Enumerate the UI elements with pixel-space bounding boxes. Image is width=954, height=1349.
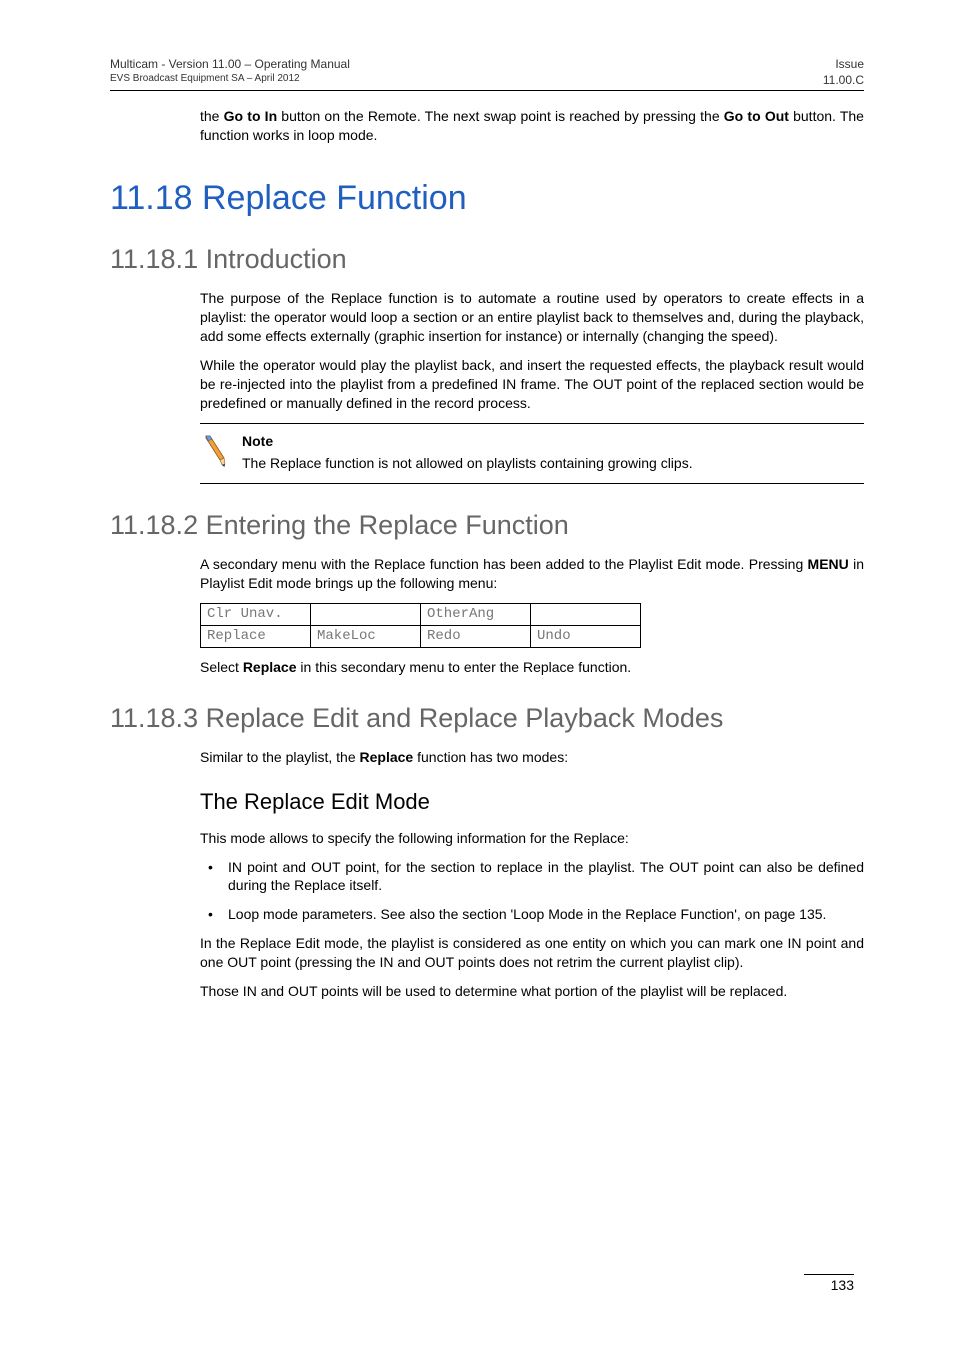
text: button on the Remote. The next swap poin… [277,108,724,124]
bold-replace: Replace [360,749,414,765]
header-issue-value: 11.00.C [823,72,864,88]
bold-replace: Replace [243,659,297,675]
page-number-rule [804,1274,854,1275]
text: the [200,108,224,124]
menu-cell: MakeLoc [311,625,421,647]
header-rule [110,90,864,91]
menu-cell: Clr Unav. [201,604,311,626]
header-left: Multicam - Version 11.00 – Operating Man… [110,56,350,88]
bullet-list: IN point and OUT point, for the section … [200,858,864,925]
note-text: Note The Replace function is not allowed… [242,432,693,474]
pencil-icon [200,432,228,473]
menu-cell: Replace [201,625,311,647]
list-item: IN point and OUT point, for the section … [200,858,864,896]
table-row: Clr Unav. OtherAng [201,604,641,626]
header-issue-label: Issue [823,56,864,72]
table-row: Replace MakeLoc Redo Undo [201,625,641,647]
heading-edit-playback-modes: 11.18.3 Replace Edit and Replace Playbac… [110,703,864,734]
section-modes-intro: Similar to the playlist, the Replace fun… [200,748,864,767]
menu-cell [311,604,421,626]
header-right: Issue 11.00.C [823,56,864,88]
page-root: Multicam - Version 11.00 – Operating Man… [0,0,954,1349]
section-entering: A secondary menu with the Replace functi… [200,555,864,676]
note-body: The Replace function is not allowed on p… [242,455,693,471]
text: A secondary menu with the Replace functi… [200,556,808,572]
heading-replace-edit-mode: The Replace Edit Mode [200,789,864,815]
paragraph: While the operator would play the playli… [200,356,864,413]
paragraph: This mode allows to specify the followin… [200,829,864,848]
paragraph: In the Replace Edit mode, the playlist i… [200,934,864,972]
page-header: Multicam - Version 11.00 – Operating Man… [110,56,864,88]
bold-menu: MENU [808,556,849,572]
section-edit-mode: This mode allows to specify the followin… [200,829,864,1001]
text: Similar to the playlist, the [200,749,360,765]
bold-go-to-out: Go to Out [724,108,789,124]
heading-introduction: 11.18.1 Introduction [110,244,864,275]
menu-cell: OtherAng [421,604,531,626]
text: Select [200,659,243,675]
header-title: Multicam - Version 11.00 – Operating Man… [110,56,350,72]
menu-cell [531,604,641,626]
page-number-block: 133 [804,1274,854,1293]
list-item: Loop mode parameters. See also the secti… [200,905,864,924]
paragraph: Those IN and OUT points will be used to … [200,982,864,1001]
page-number: 133 [804,1277,854,1293]
paragraph: The purpose of the Replace function is t… [200,289,864,346]
text: in this secondary menu to enter the Repl… [297,659,632,675]
note-inner: Note The Replace function is not allowed… [200,432,864,474]
note-block: Note The Replace function is not allowed… [200,423,864,485]
note-label: Note [242,432,693,451]
heading-entering-replace: 11.18.2 Entering the Replace Function [110,510,864,541]
menu-cell: Undo [531,625,641,647]
header-subtitle: EVS Broadcast Equipment SA – April 2012 [110,72,350,86]
menu-table: Clr Unav. OtherAng Replace MakeLoc Redo … [200,603,641,648]
menu-cell: Redo [421,625,531,647]
bold-go-to-in: Go to In [224,108,277,124]
text: function has two modes: [413,749,568,765]
heading-replace-function: 11.18 Replace Function [110,179,864,218]
section-introduction: The purpose of the Replace function is t… [200,289,864,412]
continued-paragraph: the Go to In button on the Remote. The n… [200,107,864,145]
